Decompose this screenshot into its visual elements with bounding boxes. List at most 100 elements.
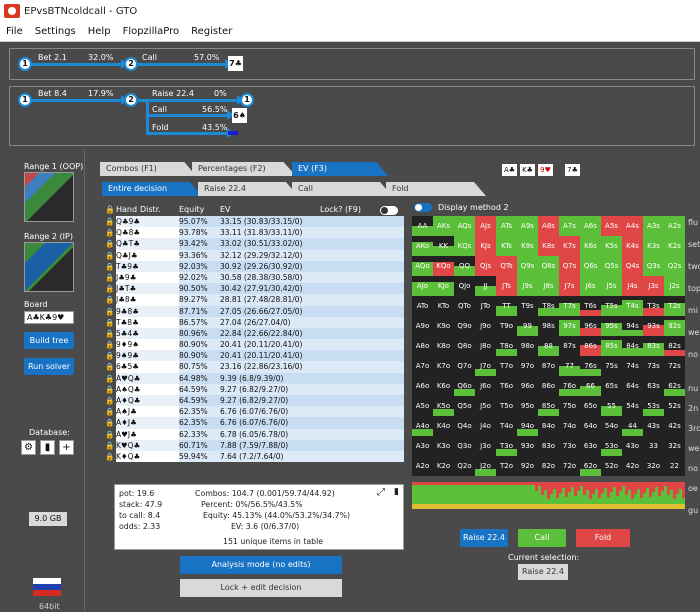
grid-cell[interactable]: J5o [475,396,496,416]
grid-cell[interactable]: 75o [559,396,580,416]
grid-cell[interactable]: K4o [433,416,454,436]
grid-cell[interactable]: 65o [580,396,601,416]
table-row[interactable]: 🔒 Q♣J♣ 93.36% 32.12 (29.29/32.12/0) [104,249,404,261]
grid-cell[interactable]: QTs [496,256,517,276]
grid-cell[interactable]: Q6s [580,256,601,276]
grid-cell[interactable]: 85o [538,396,559,416]
grid-cell[interactable]: A9o [412,316,433,336]
row-lock-icon[interactable]: 🔒 [104,317,116,328]
row-lock-icon[interactable]: 🔒 [104,294,116,305]
grid-cell[interactable]: 33 [643,436,664,456]
grid-cell[interactable]: 94o [517,416,538,436]
grid-cell[interactable]: J5s [601,276,622,296]
header-ev[interactable]: EV [220,204,320,216]
grid-cell[interactable]: T7s [559,296,580,316]
grid-cell[interactable]: JTo [475,296,496,316]
grid-cell[interactable]: 63s [643,376,664,396]
grid-cell[interactable]: Q3s [643,256,664,276]
table-row[interactable]: 🔒 A♠Q♣ 64.59% 9.27 (6.82/9.27/0) [104,383,404,395]
grid-cell[interactable]: 22 [664,456,685,476]
table-row[interactable]: 🔒 J♣T♣ 90.50% 30.42 (27.91/30.42/0) [104,283,404,295]
table-row[interactable]: 🔒 9♠9♣ 80.90% 20.41 (20.11/20.41/0) [104,350,404,362]
grid-cell[interactable]: 93s [643,316,664,336]
table-row[interactable]: 🔒 A♥Q♣ 64.98% 9.39 (6.8/9.39/0) [104,372,404,384]
grid-cell[interactable]: J3o [475,436,496,456]
table-row[interactable]: 🔒 T♣9♣ 92.03% 30.92 (29.26/30.92/0) [104,260,404,272]
action-call-button[interactable]: Call [518,529,566,547]
grid-cell[interactable]: T2o [496,456,517,476]
table-row[interactable]: 🔒 K♥Q♣ 60.71% 7.88 (7.59/7.88/0) [104,439,404,451]
table-row[interactable]: 🔒 A♥J♣ 62.33% 6.78 (6.05/6.78/0) [104,428,404,440]
grid-cell[interactable]: KQs [454,236,475,256]
table-row[interactable]: 🔒 9♦9♠ 80.90% 20.41 (20.11/20.41/0) [104,339,404,351]
grid-cell[interactable]: 84s [622,336,643,356]
grid-cell[interactable]: 42s [664,416,685,436]
grid-cell[interactable]: A6o [412,376,433,396]
action-fold-button[interactable]: Fold [576,529,630,547]
grid-cell[interactable]: KTo [433,296,454,316]
bar-chart-icon[interactable]: ▮ [40,440,55,455]
grid-cell[interactable]: 92s [664,316,685,336]
grid-cell[interactable]: AKs [433,216,454,236]
row-lock-icon[interactable]: 🔒 [104,306,116,317]
table-row[interactable]: 🔒 6♣5♣ 80.75% 23.16 (22.86/23.16/0) [104,361,404,373]
grid-cell[interactable]: 97o [517,356,538,376]
grid-cell[interactable]: 42o [622,456,643,476]
tab-ev[interactable]: EV (F3) [292,162,388,176]
display-method-toggle[interactable] [414,203,432,212]
row-lock-icon[interactable]: 🔒 [104,227,116,238]
tree1-card[interactable]: 7♣ [228,56,243,71]
grid-cell[interactable]: Q7o [454,356,475,376]
table-row[interactable]: 🔒 K♦Q♣ 59.94% 7.64 (7.2/7.64/0) [104,450,404,463]
grid-cell[interactable]: K5o [433,396,454,416]
grid-cell[interactable]: J7o [475,356,496,376]
grid-cell[interactable]: 54o [601,416,622,436]
grid-cell[interactable]: K8o [433,336,454,356]
grid-cell[interactable]: 84o [538,416,559,436]
grid-cell[interactable]: T3s [643,296,664,316]
grid-cell[interactable]: J2o [475,456,496,476]
tree2-node-a[interactable]: 1 [18,93,32,107]
grid-cell[interactable]: 87s [559,336,580,356]
grid-cell[interactable]: 82o [538,456,559,476]
grid-cell[interactable]: 32o [643,456,664,476]
tab-raise[interactable]: Raise 22.4 [198,182,298,196]
grid-cell[interactable]: 77 [559,356,580,376]
row-lock-icon[interactable]: 🔒 [104,373,116,384]
grid-cell[interactable]: 74s [622,356,643,376]
grid-cell[interactable]: T7o [496,356,517,376]
grid-cell[interactable]: 73o [559,436,580,456]
grid-cell[interactable]: 95s [601,316,622,336]
tab-entire-decision[interactable]: Entire decision [102,182,202,196]
grid-cell[interactable]: 83s [643,336,664,356]
grid-cell[interactable]: 43s [643,416,664,436]
grid-cell[interactable]: 52o [601,456,622,476]
grid-cell[interactable]: JJ [475,276,496,296]
grid-cell[interactable]: 88 [538,336,559,356]
grid-cell[interactable]: Q2o [454,456,475,476]
grid-cell[interactable]: KTs [496,236,517,256]
grid-cell[interactable]: 87o [538,356,559,376]
grid-cell[interactable]: AJs [475,216,496,236]
grid-cell[interactable]: 96s [580,316,601,336]
grid-cell[interactable]: J8o [475,336,496,356]
grid-cell[interactable]: AJo [412,276,433,296]
table-row[interactable]: 🔒 Q♣T♣ 93.42% 33.02 (30.51/33.02/0) [104,238,404,250]
table-row[interactable]: 🔒 J♣9♣ 92.02% 30.58 (28.38/30.58/0) [104,271,404,284]
grid-cell[interactable]: J9s [517,276,538,296]
plus-icon[interactable]: + [59,440,74,455]
menu-file[interactable]: File [0,26,29,37]
table-row[interactable]: 🔒 9♣8♣ 87.71% 27.05 (26.66/27.05/0) [104,305,404,317]
grid-cell[interactable]: 32s [664,436,685,456]
grid-cell[interactable]: T6o [496,376,517,396]
grid-cell[interactable]: 53s [643,396,664,416]
grid-cell[interactable]: T3o [496,436,517,456]
grid-cell[interactable]: TT [496,296,517,316]
row-lock-icon[interactable]: 🔒 [104,238,116,249]
menu-flopzillapro[interactable]: FlopzillaPro [117,26,186,37]
tab-call[interactable]: Call [292,182,392,196]
grid-cell[interactable]: 72s [664,356,685,376]
grid-cell[interactable]: A8s [538,216,559,236]
row-lock-icon[interactable]: 🔒 [104,361,116,372]
tab-combos[interactable]: Combos (F1) [100,162,196,176]
